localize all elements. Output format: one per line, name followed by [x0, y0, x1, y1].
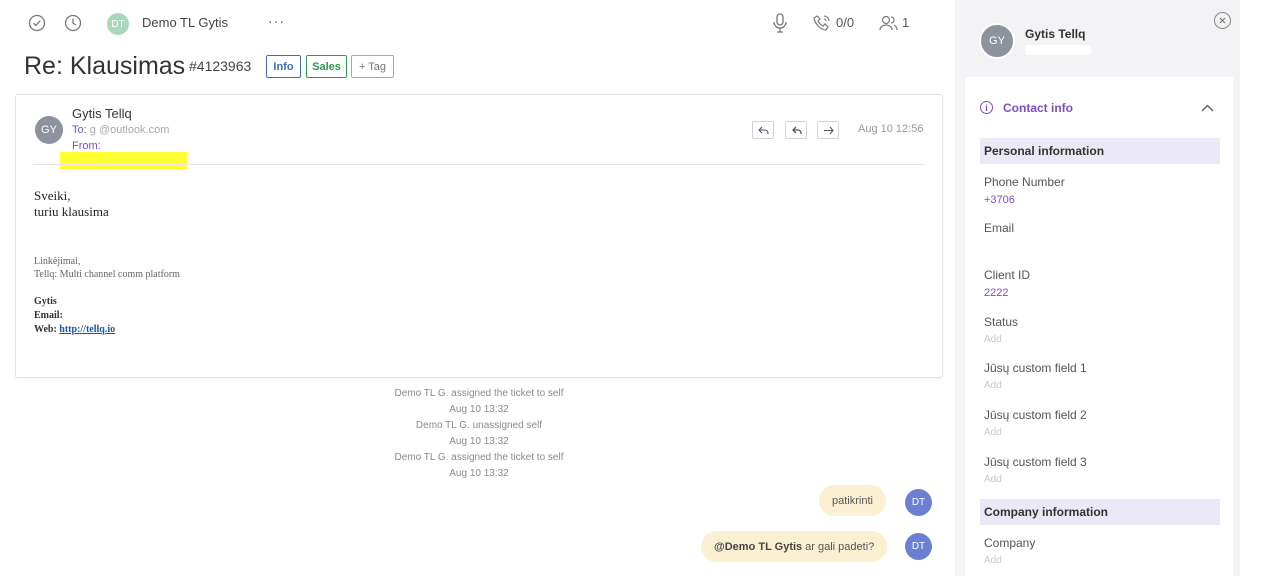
email-message: GY Gytis Tellq To: g @outlook.com From: … — [15, 94, 943, 378]
ticket-subject: Re: Klausimas — [24, 52, 186, 80]
info-icon: i — [980, 101, 993, 114]
internal-note: patikrinti — [819, 485, 886, 516]
tag-sales[interactable]: Sales — [306, 55, 347, 78]
microphone-icon[interactable] — [770, 13, 790, 33]
signature-contacts: Gytis Email: Web: http://tellq.io — [34, 295, 115, 337]
to-value: g @outlook.com — [89, 124, 170, 136]
activity-text: Demo TL G. assigned the ticket to self — [394, 388, 564, 399]
activity-time: Aug 10 13:32 — [449, 436, 509, 447]
chevron-up-icon[interactable] — [1201, 99, 1214, 115]
header-divider — [33, 164, 925, 165]
note-text: patikrinti — [832, 494, 873, 507]
tag-info[interactable]: Info — [266, 55, 301, 78]
activity-text: Demo TL G. assigned the ticket to self — [394, 452, 564, 463]
custom-field-3-add[interactable]: Add — [984, 474, 1002, 485]
note-text: ar gali padeti? — [805, 540, 875, 553]
status-label: Status — [984, 315, 1019, 329]
mention[interactable]: @Demo TL Gytis — [714, 541, 802, 553]
snooze-clock-icon[interactable] — [63, 13, 83, 33]
calls-counter: 0/0 — [836, 15, 855, 30]
note-author-avatar: DT — [905, 533, 932, 560]
from-line: From: — [72, 140, 101, 152]
activity-time: Aug 10 13:32 — [449, 468, 509, 479]
more-options-button[interactable]: ··· — [268, 13, 285, 29]
forward-button[interactable] — [817, 121, 839, 139]
signature: Linkėjimai, Tellq: Multi channel comm pl… — [34, 255, 180, 281]
phone-value[interactable]: +3706 — [984, 194, 1015, 206]
sender-avatar: GY — [35, 116, 63, 144]
signature-web-label: Web: — [34, 324, 57, 335]
activity-text: Demo TL G. unassigned self — [415, 420, 543, 431]
reply-button[interactable] — [752, 121, 774, 139]
to-line: To: g @outlook.com — [72, 124, 169, 136]
custom-field-3-label: Jūsų custom field 3 — [984, 455, 1087, 469]
phone-calls-icon[interactable] — [812, 13, 832, 33]
company-label: Company — [984, 536, 1036, 550]
company-info-header: Company information — [980, 499, 1220, 525]
body-line: turiu klausima — [34, 204, 109, 219]
activity-log: Demo TL G. assigned the ticket to self A… — [329, 386, 629, 482]
contact-info-title[interactable]: Contact info — [1003, 101, 1073, 115]
add-tag-button[interactable]: + Tag — [351, 55, 394, 78]
contact-subtitle-redacted — [1025, 45, 1091, 55]
activity-time: Aug 10 13:32 — [449, 404, 509, 415]
watchers-icon[interactable] — [879, 13, 899, 33]
highlight-mark — [60, 152, 187, 169]
sender-name: Gytis Tellq — [72, 106, 132, 121]
email-label: Email — [984, 221, 1015, 235]
signature-email-label: Email: — [34, 310, 63, 321]
contact-avatar: GY — [979, 23, 1015, 59]
note-author-avatar: DT — [905, 489, 932, 516]
signature-line: Tellq: Multi channel comm platform — [34, 269, 180, 280]
client-id-value[interactable]: 2222 — [984, 287, 1008, 299]
internal-note: @Demo TL Gytis ar gali padeti? — [701, 531, 888, 562]
to-label: To: — [72, 124, 87, 136]
body-line: Sveiki, — [34, 188, 71, 203]
phone-label: Phone Number — [984, 175, 1065, 189]
close-panel-button[interactable] — [1214, 12, 1231, 29]
contact-info-card: i Contact info Personal information Phon… — [965, 77, 1233, 576]
assignee-name[interactable]: Demo TL Gytis — [142, 15, 228, 30]
contact-name: Gytis Tellq — [1025, 27, 1086, 41]
message-date: Aug 10 12:56 — [858, 123, 924, 135]
custom-field-1-add[interactable]: Add — [984, 380, 1002, 391]
custom-field-2-label: Jūsų custom field 2 — [984, 408, 1087, 422]
from-label: From: — [72, 140, 101, 152]
reply-all-button[interactable] — [785, 121, 807, 139]
ticket-toolbar: DT Demo TL Gytis ··· 0/0 1 — [0, 0, 955, 48]
watchers-counter: 1 — [902, 15, 910, 30]
signature-name: Gytis — [34, 296, 57, 307]
status-add[interactable]: Add — [984, 334, 1002, 345]
company-add[interactable]: Add — [984, 555, 1002, 566]
signature-line: Linkėjimai, — [34, 256, 81, 267]
resolve-check-icon[interactable] — [27, 13, 47, 33]
message-body: Sveiki, turiu klausima — [34, 188, 109, 220]
custom-field-2-add[interactable]: Add — [984, 427, 1002, 438]
right-edge-strip — [1240, 0, 1270, 576]
contact-panel: GY Gytis Tellq i Contact info Personal i… — [955, 0, 1240, 576]
signature-web-link[interactable]: http://tellq.io — [59, 324, 115, 335]
client-id-label: Client ID — [984, 268, 1031, 282]
personal-info-header: Personal information — [980, 138, 1220, 164]
ticket-id: #4123963 — [189, 58, 252, 74]
custom-field-1-label: Jūsų custom field 1 — [984, 361, 1087, 375]
assignee-avatar[interactable]: DT — [107, 13, 129, 35]
